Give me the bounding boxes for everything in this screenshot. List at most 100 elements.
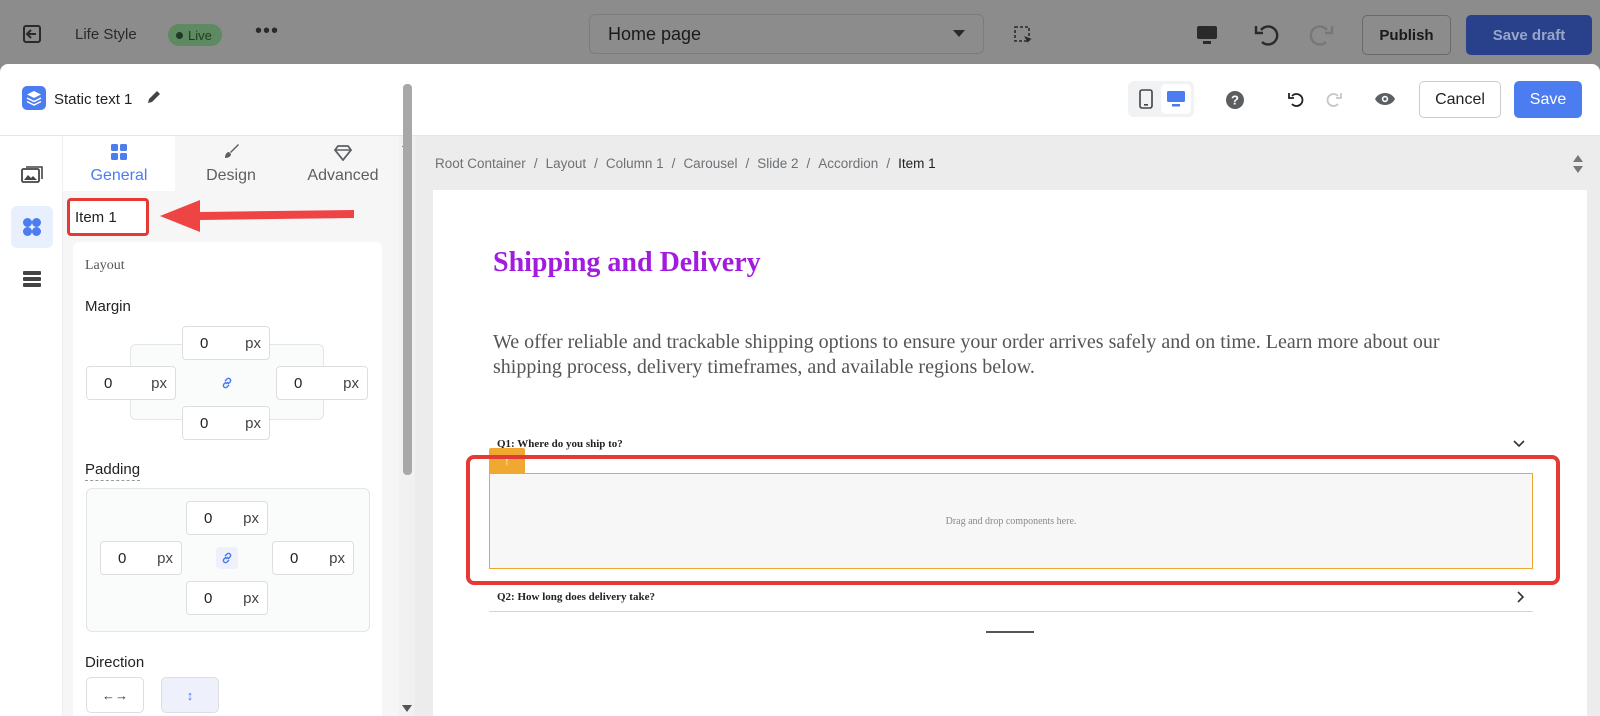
breadcrumb-item[interactable]: Accordion	[818, 156, 878, 171]
mobile-icon	[1139, 89, 1153, 109]
direction-label: Direction	[85, 654, 145, 671]
undo-icon[interactable]	[1286, 89, 1306, 109]
mobile-view-button[interactable]	[1131, 84, 1161, 114]
tab-design[interactable]: Design	[175, 136, 287, 191]
breadcrumb-item[interactable]: Slide 2	[757, 156, 798, 171]
save-button[interactable]: Save	[1514, 81, 1582, 118]
padding-right-input[interactable]: 0 px	[272, 541, 354, 575]
scroll-down-icon[interactable]	[402, 705, 412, 712]
margin-top-value: 0	[200, 334, 209, 352]
desktop-view-button[interactable]	[1161, 84, 1191, 114]
publish-button[interactable]: Publish	[1362, 15, 1451, 55]
page-select-value: Home page	[608, 23, 702, 44]
redo-icon[interactable]	[1324, 89, 1344, 109]
undo-icon[interactable]	[1253, 20, 1281, 48]
chevron-down-icon	[953, 30, 965, 37]
padding-top-input[interactable]: 0 px	[186, 501, 268, 535]
modal-title: Static text 1	[54, 91, 133, 108]
link-icon	[222, 552, 232, 564]
carousel-divider	[986, 631, 1034, 633]
unit-label: px	[243, 509, 259, 527]
select-element-icon[interactable]	[1013, 25, 1035, 47]
modal-header: Static text 1 ? Cancel Save	[0, 64, 1600, 136]
exit-icon[interactable]	[22, 24, 42, 44]
help-icon[interactable]: ?	[1225, 90, 1245, 110]
padding-right-value: 0	[290, 549, 299, 567]
margin-right-value: 0	[294, 374, 303, 392]
margin-top-input[interactable]: 0 px	[182, 326, 270, 360]
padding-bottom-input[interactable]: 0 px	[186, 581, 268, 615]
unit-label: px	[151, 374, 167, 392]
tab-advanced-label: Advanced	[307, 167, 379, 184]
preview-eye-icon[interactable]	[1374, 91, 1396, 107]
tab-advanced[interactable]: Advanced	[287, 136, 399, 191]
element-name-field[interactable]: Item 1	[67, 198, 149, 236]
padding-label: Padding	[85, 461, 141, 481]
layout-card: Layout Margin 0 px 0 px 0 px 0 px Padding 0 p…	[73, 242, 382, 716]
rail-item-media[interactable]	[11, 154, 53, 196]
rail-item-components[interactable]	[11, 206, 53, 248]
settings-tabs: General Design Advanced	[63, 136, 399, 191]
accordion-item-2[interactable]: Q2: How long does delivery take?	[489, 582, 1533, 612]
tab-design-label: Design	[206, 167, 256, 184]
more-icon[interactable]: •••	[255, 20, 279, 43]
brush-icon	[225, 144, 239, 158]
unit-label: px	[343, 374, 359, 392]
breadcrumb-item[interactable]: Column 1	[606, 156, 664, 171]
layers-icon	[22, 86, 46, 110]
unit-label: px	[245, 334, 261, 352]
desktop-icon[interactable]	[1196, 24, 1218, 46]
chevron-right-icon	[1517, 590, 1525, 603]
margin-bottom-value: 0	[200, 414, 209, 432]
margin-label: Margin	[85, 298, 131, 315]
annotation-arrow-icon	[160, 200, 354, 232]
edit-pencil-icon[interactable]	[145, 88, 163, 106]
top-bar: Life Style Live ••• Home page Publish Sa…	[0, 0, 1600, 64]
canvas-scroll-icon[interactable]	[1572, 154, 1584, 174]
padding-left-input[interactable]: 0 px	[100, 541, 182, 575]
desktop-icon	[1167, 91, 1185, 107]
breadcrumb: Root Container / Layout / Column 1/ Carous…	[435, 156, 936, 171]
tab-general-label: General	[90, 167, 148, 184]
rail-item-layers[interactable]	[11, 258, 53, 300]
grid-icon	[111, 144, 127, 160]
unit-label: px	[157, 549, 173, 567]
direction-horizontal-button[interactable]: ←→	[86, 677, 144, 713]
tab-general[interactable]: General	[63, 136, 175, 191]
breadcrumb-item[interactable]: Layout	[546, 156, 587, 171]
components-icon	[23, 218, 41, 236]
device-toggle	[1128, 81, 1194, 117]
breadcrumb-item[interactable]: Root Container	[435, 156, 526, 171]
accordion-question: Q2: How long does delivery take?	[497, 590, 655, 603]
margin-link-button[interactable]	[216, 372, 238, 394]
margin-right-input[interactable]: 0 px	[276, 366, 368, 400]
panel-scroll-thumb[interactable]	[403, 84, 412, 475]
breadcrumb-item[interactable]: Carousel	[683, 156, 737, 171]
page-select[interactable]: Home page	[589, 14, 984, 54]
padding-left-value: 0	[118, 549, 127, 567]
live-badge: Live	[168, 24, 222, 46]
cancel-button[interactable]: Cancel	[1419, 81, 1501, 118]
unit-label: px	[245, 414, 261, 432]
svg-text:?: ?	[1231, 93, 1239, 108]
layout-section-title: Layout	[85, 258, 125, 273]
padding-top-value: 0	[204, 509, 213, 527]
link-icon	[222, 377, 232, 389]
live-label: Live	[188, 27, 212, 43]
margin-bottom-input[interactable]: 0 px	[182, 406, 270, 440]
margin-left-input[interactable]: 0 px	[86, 366, 176, 400]
redo-icon[interactable]	[1307, 20, 1335, 48]
image-icon	[21, 166, 43, 183]
chevron-down-icon	[1513, 439, 1525, 447]
direction-vertical-button[interactable]: ↕	[161, 677, 219, 713]
list-icon	[23, 271, 41, 287]
breadcrumb-current: Item 1	[898, 156, 936, 171]
margin-left-value: 0	[104, 374, 113, 392]
unit-label: px	[243, 589, 259, 607]
padding-link-button[interactable]	[216, 547, 238, 569]
save-draft-button[interactable]: Save draft	[1466, 15, 1592, 55]
diamond-icon	[334, 145, 352, 161]
content-heading[interactable]: Shipping and Delivery	[493, 247, 761, 279]
content-description[interactable]: We offer reliable and trackable shipping…	[493, 330, 1493, 380]
store-name: Life Style	[75, 26, 137, 43]
